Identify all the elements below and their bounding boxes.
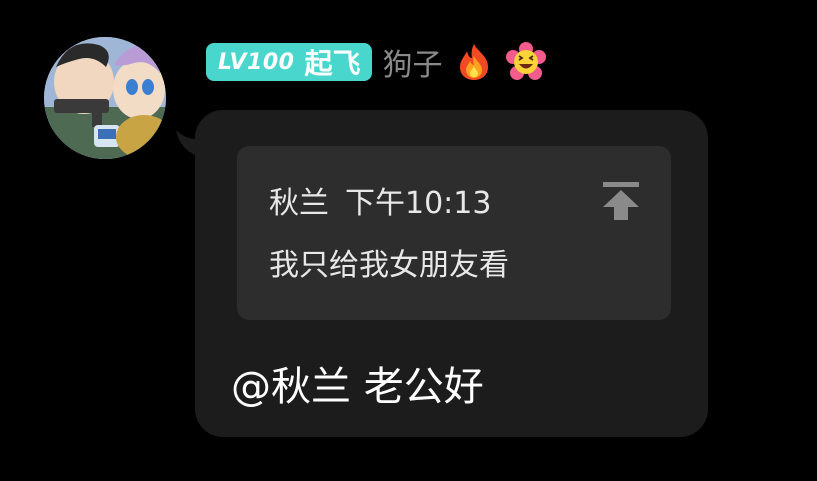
level-label: LV100: [218, 49, 295, 75]
message-bubble[interactable]: 秋兰 下午10:13 我只给我女朋友看 @秋兰 老公好: [195, 110, 708, 437]
chat-view: LV100 起飞 狗子 秋兰 下午10:13 我只给我女朋友看 @秋兰 老公好: [0, 0, 817, 481]
quote-time: 下午10:13: [345, 186, 492, 221]
quote-author: 秋兰: [269, 186, 329, 221]
user-avatar[interactable]: [44, 37, 166, 159]
jump-to-quote-icon[interactable]: [601, 180, 641, 222]
level-badge: LV100 起飞: [206, 43, 373, 81]
fire-icon: [454, 42, 494, 82]
quoted-message[interactable]: 秋兰 下午10:13 我只给我女朋友看: [237, 146, 671, 320]
sender-name[interactable]: 狗子: [382, 40, 442, 84]
avatar-image: [44, 37, 166, 159]
quote-meta: 秋兰 下午10:13: [269, 178, 491, 222]
message-text: @秋兰 老公好: [231, 364, 484, 410]
sender-header: LV100 起飞 狗子: [206, 40, 547, 84]
grinning-flower-icon: [506, 42, 547, 82]
quote-text: 我只给我女朋友看: [269, 248, 509, 283]
level-title: 起飞: [304, 47, 361, 80]
